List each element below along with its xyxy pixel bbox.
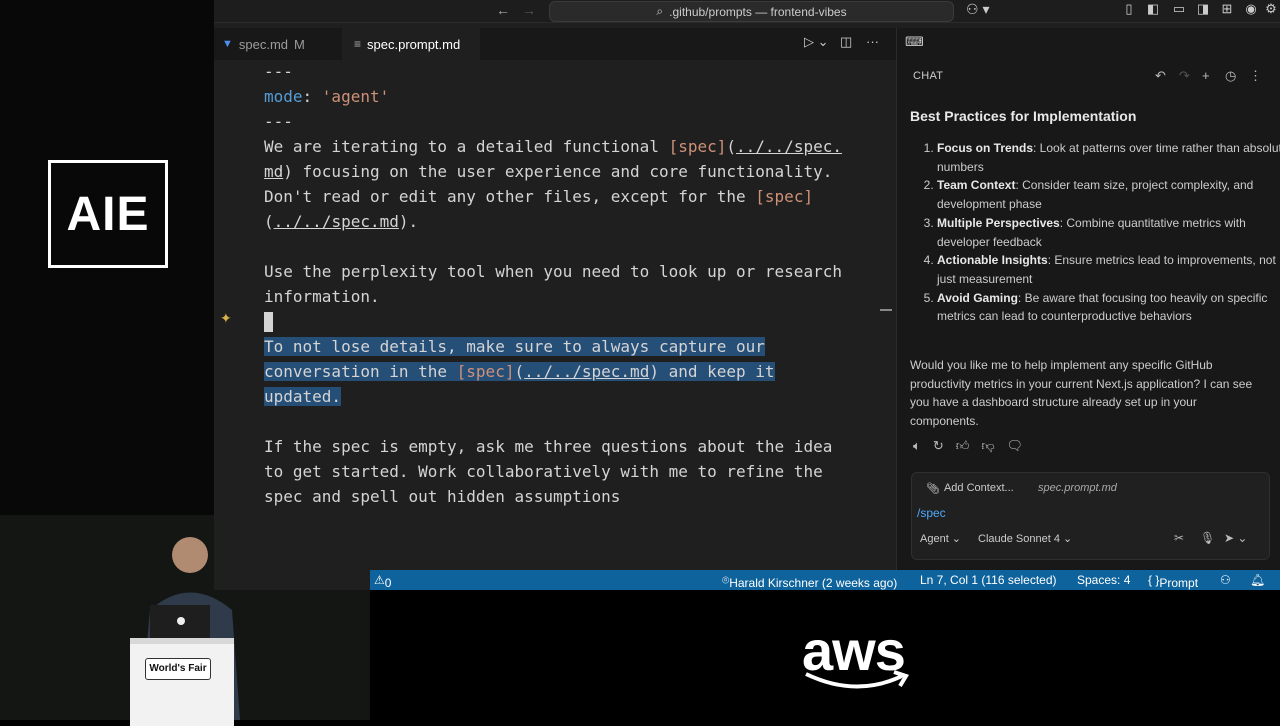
response-actions: 🔈︎ ↻ 👍︎ 👎︎ 🗨︎ <box>913 438 1023 454</box>
chat-icon[interactable]: ⌨ <box>905 34 924 50</box>
copilot-status-icon[interactable]: ⚇ <box>1220 573 1231 587</box>
arrow-right-icon[interactable]: → <box>522 2 536 18</box>
language-mode[interactable]: { } Prompt <box>1148 573 1198 590</box>
more-actions-icon[interactable]: ··· <box>866 34 879 49</box>
spec-link[interactable]: ../../spec.md <box>524 362 649 381</box>
split-editor-icon[interactable]: ◫ <box>840 34 852 50</box>
redo-icon[interactable]: ↷ <box>1179 68 1190 84</box>
more-actions-icon[interactable]: ⋮ <box>1249 68 1262 84</box>
search-icon: ⌕ <box>656 4 664 18</box>
editor-line: to get started. Work collaboratively wit… <box>264 462 823 481</box>
read-aloud-icon[interactable]: 🔈︎ <box>913 438 921 454</box>
tools-icon[interactable]: ✂ <box>1174 531 1184 545</box>
model-dropdown[interactable]: Claude Sonnet 4 ⌄ <box>978 532 1072 545</box>
spec-link[interactable]: ../../spec. <box>736 137 842 156</box>
editor-line: information. <box>264 287 380 306</box>
chat-input-text[interactable]: /spec <box>917 506 946 520</box>
layout-panel-icon[interactable]: ▭ <box>1172 2 1186 16</box>
chat-response-heading: Best Practices for Implementation <box>910 108 1137 124</box>
modified-indicator: M <box>294 36 305 52</box>
status-bar: ⚠ 0 ⌾ Harald Kirschner (2 weeks ago) Ln … <box>370 570 1280 590</box>
cursor-position[interactable]: Ln 7, Col 1 (116 selected) <box>920 573 1057 587</box>
video-frame: AIE World's Fair aws ← → ⌕ .github/promp… <box>0 0 1280 726</box>
send-icon[interactable]: ➤ ⌄ <box>1224 531 1247 545</box>
history-icon[interactable]: ◷ <box>1225 68 1236 84</box>
editor-line: Don't read or edit any other files, exce… <box>264 187 814 206</box>
editor-line: spec and spell out hidden assumptions <box>264 487 621 506</box>
editor-line: We are iterating to a detailed functiona… <box>264 137 842 156</box>
chat-panel: ⌨ CHAT ↶ ↷ + ◷ ⋮ Best Practices for Impl… <box>896 28 1280 570</box>
list-item: Team Context: Consider team size, projec… <box>937 176 1280 213</box>
git-blame[interactable]: ⌾ Harald Kirschner (2 weeks ago) <box>722 573 897 590</box>
account-icon[interactable]: ◉ <box>1244 2 1258 16</box>
run-prompt-icon[interactable]: ▷ ⌄ <box>804 34 829 50</box>
microphone-icon[interactable]: 🎙︎ <box>1200 531 1215 545</box>
scrollbar-marker <box>880 309 892 311</box>
thumbs-down-icon[interactable]: 👎︎ <box>981 438 994 454</box>
aws-smile-icon <box>805 670 909 689</box>
aie-logo: AIE <box>48 160 168 268</box>
mode-dropdown[interactable]: Agent ⌄ <box>920 532 961 545</box>
chat-response-text: Would you like me to help implement any … <box>910 358 1253 429</box>
editor-tab-bar: ▼ spec.md M ≡ spec.prompt.md ▷ ⌄ ◫ ··· <box>214 28 896 60</box>
prompt-file-icon: ≡ <box>354 37 362 51</box>
layout-sidebar-icon[interactable]: ▯ <box>1122 2 1136 16</box>
retry-icon[interactable]: ↻ <box>933 438 944 454</box>
vscode-window: ← → ⌕ .github/prompts — frontend-vibes ⚇… <box>214 0 1280 590</box>
podium-label: World's Fair <box>145 658 211 680</box>
list-item: Avoid Gaming: Be aware that focusing too… <box>937 289 1280 326</box>
copilot-icon[interactable]: ⚇ ▾ <box>966 1 989 18</box>
spec-link[interactable]: ../../spec.md <box>274 212 399 231</box>
indentation[interactable]: Spaces: 4 <box>1077 573 1130 587</box>
spec-link[interactable]: md <box>264 162 283 181</box>
tab-label: spec.md <box>238 36 289 52</box>
chat-input-box[interactable]: 📎︎ Add Context... spec.prompt.md /spec A… <box>911 472 1270 560</box>
notifications-icon[interactable]: 🔔︎ <box>1250 573 1265 587</box>
tab-spec-md[interactable]: ▼ spec.md M <box>222 28 342 60</box>
list-item: Actionable Insights: Ensure metrics lead… <box>937 251 1280 288</box>
new-chat-icon[interactable]: + <box>1202 68 1210 83</box>
tab-label: spec.prompt.md <box>367 36 461 52</box>
paperclip-icon: 📎︎ <box>926 482 940 495</box>
list-item: Multiple Perspectives: Combine quantitat… <box>937 214 1280 251</box>
editor-line: If the spec is empty, ask me three quest… <box>264 437 833 456</box>
comment-icon[interactable]: 🗨︎ <box>1007 438 1024 454</box>
gear-icon[interactable]: ⚙ <box>1264 2 1278 16</box>
podium <box>130 638 234 726</box>
markdown-file-icon: ▼ <box>222 38 233 50</box>
brand-panel: AIE <box>0 0 214 515</box>
editor-line-selected: To not lose details, make sure to always… <box>264 337 765 356</box>
tab-spec-prompt-md[interactable]: ≡ spec.prompt.md <box>342 28 480 60</box>
problems-indicator[interactable]: ⚠ 0 <box>374 573 391 590</box>
editor-line-selected: updated. <box>264 387 342 406</box>
best-practices-list: Focus on Trends: Look at patterns over t… <box>917 139 1280 326</box>
layout-panel-left-icon[interactable]: ◧ <box>1146 2 1160 16</box>
add-context-button[interactable]: 📎︎ Add Context... <box>920 479 1020 497</box>
add-context-label: Add Context... <box>943 482 1014 494</box>
title-bar: ← → ⌕ .github/prompts — frontend-vibes ⚇… <box>214 0 1280 23</box>
command-center-label: .github/prompts — frontend-vibes <box>669 4 847 19</box>
context-file-chip[interactable]: spec.prompt.md <box>1038 479 1117 497</box>
sparkle-icon[interactable]: ✦ <box>220 310 232 327</box>
layout-panel-right-icon[interactable]: ◨ <box>1196 2 1210 16</box>
editor-line: Use the perplexity tool when you need to… <box>264 262 842 281</box>
customize-layout-icon[interactable]: ⊞ <box>1220 2 1234 16</box>
list-item: Focus on Trends: Look at patterns over t… <box>937 139 1280 176</box>
undo-icon[interactable]: ↶ <box>1155 68 1166 84</box>
editor[interactable]: ✦ --- mode: 'agent' --- We are iterating… <box>214 60 896 570</box>
editor-line: --- <box>264 112 293 131</box>
editor-line-selected: conversation in the [spec](../../spec.md… <box>264 362 775 381</box>
editor-line: --- <box>264 62 293 81</box>
text-cursor <box>264 312 273 332</box>
editor-line: mode: 'agent' <box>264 87 390 106</box>
chat-header: CHAT <box>913 70 944 82</box>
editor-line: (../../spec.md). <box>264 212 419 231</box>
thumbs-up-icon[interactable]: 👍︎ <box>956 438 970 454</box>
editor-line: md) focusing on the user experience and … <box>264 162 833 181</box>
arrow-left-icon[interactable]: ← <box>496 2 510 18</box>
command-center[interactable]: ⌕ .github/prompts — frontend-vibes <box>549 1 954 22</box>
